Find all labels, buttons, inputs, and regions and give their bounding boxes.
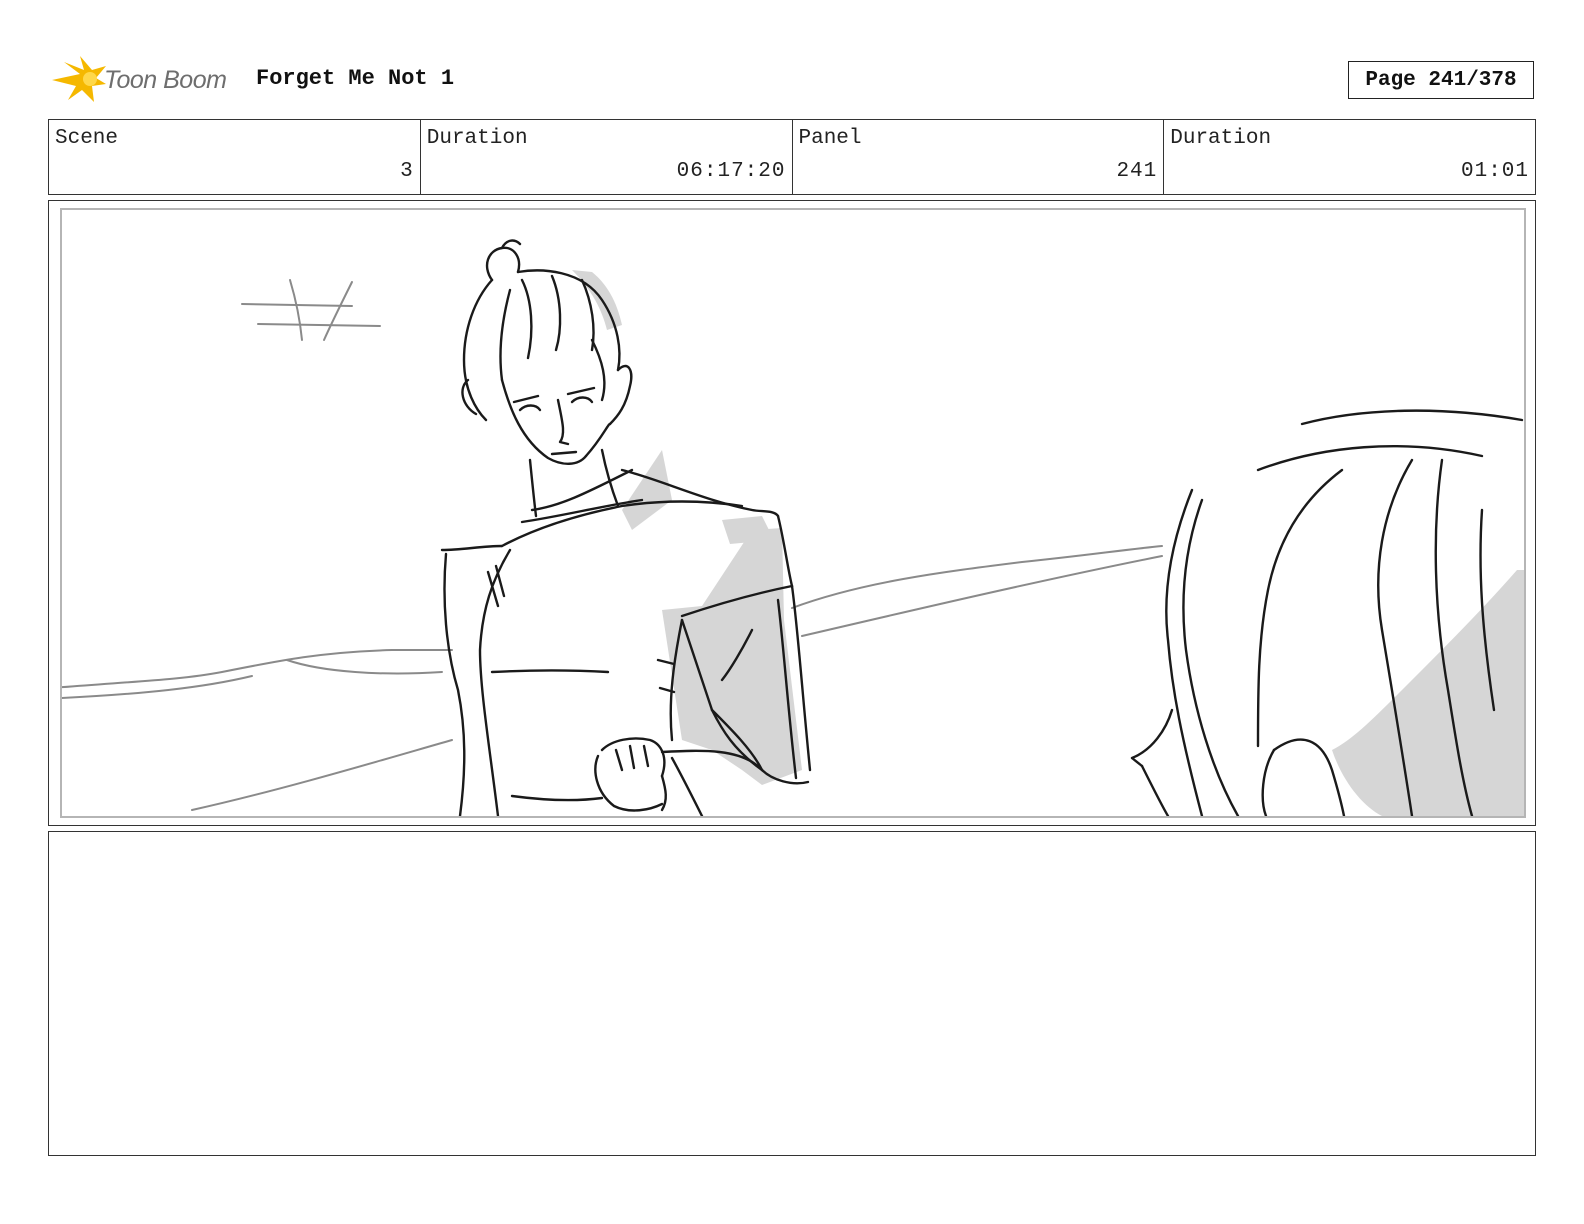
panel-label: Panel	[798, 127, 862, 150]
scene-duration-cell: Duration 06:17:20	[421, 120, 793, 194]
flame-icon	[52, 56, 106, 102]
page-indicator: Page 241/378	[1348, 61, 1534, 99]
storyboard-panel	[48, 200, 1536, 826]
storyboard-sketch	[62, 239, 1524, 816]
scene-label: Scene	[55, 127, 119, 150]
scene-cell: Scene 3	[49, 120, 421, 194]
panel-cell: Panel 241	[793, 120, 1165, 194]
toon-boom-logo: Toon Boom	[50, 54, 240, 106]
panel-notes-box	[48, 831, 1536, 1156]
panel-duration-cell: Duration 01:01	[1164, 120, 1535, 194]
panel-image-area	[60, 208, 1526, 818]
panel-duration-label: Duration	[1170, 127, 1272, 150]
logo-text: Toon Boom	[104, 66, 227, 94]
panel-value: 241	[1116, 160, 1158, 183]
scene-duration-value: 06:17:20	[676, 160, 786, 183]
panel-duration-value: 01:01	[1460, 160, 1529, 183]
scene-duration-label: Duration	[426, 127, 528, 150]
project-title: Forget Me Not 1	[256, 66, 455, 91]
scene-value: 3	[400, 160, 414, 183]
panel-info-bar: Scene 3 Duration 06:17:20 Panel 241 Dura…	[48, 119, 1536, 195]
